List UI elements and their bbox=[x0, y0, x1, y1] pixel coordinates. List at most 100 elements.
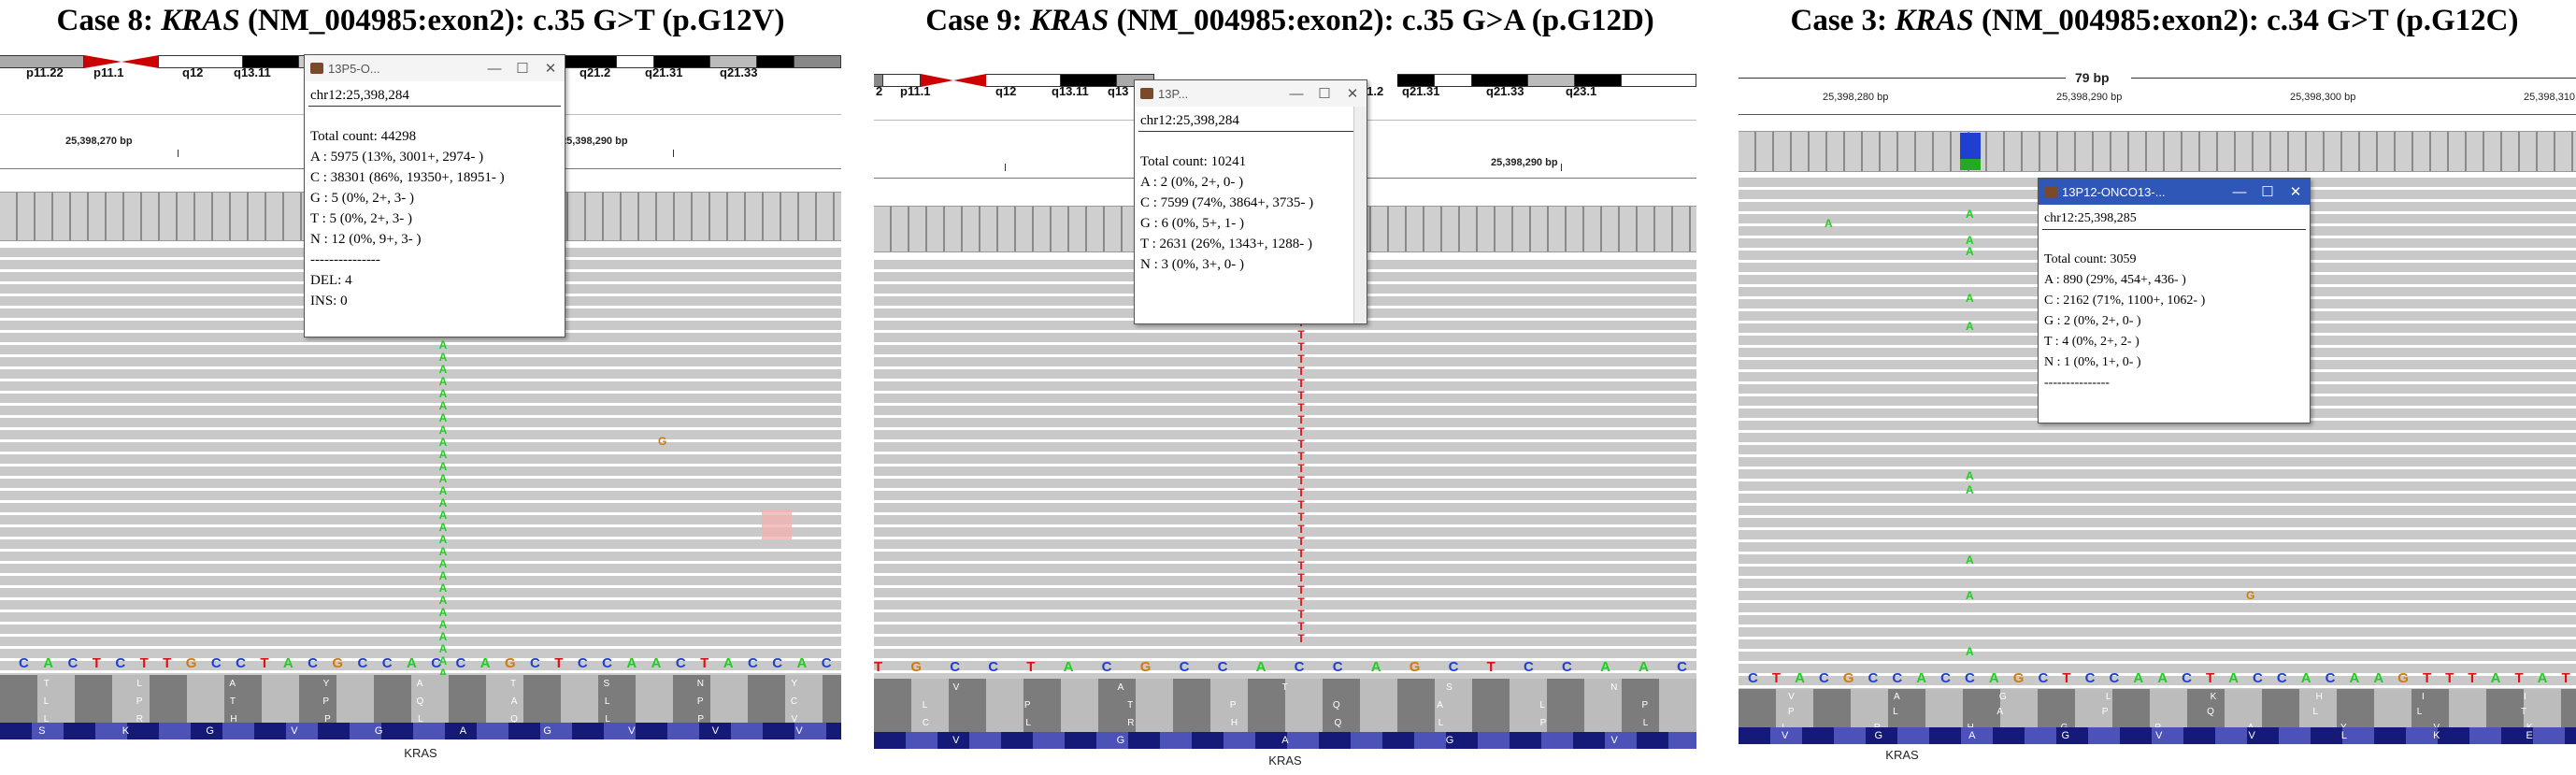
kras-gene-bar[interactable]: SKGVGAGVVV bbox=[0, 723, 841, 739]
sequence-base: A bbox=[2490, 670, 2501, 686]
sequence-base: T bbox=[1026, 659, 1036, 675]
popup-line: N : 3 (0%, 3+, 0- ) bbox=[1140, 257, 1244, 272]
popup-titlebar[interactable]: 13P... — ☐ ✕ bbox=[1135, 80, 1367, 107]
minimize-icon[interactable]: — bbox=[480, 61, 508, 77]
amino-acid: G bbox=[1998, 691, 2007, 702]
amino-acid: T bbox=[509, 679, 517, 690]
sequence-base: C bbox=[19, 655, 29, 671]
amino-acid: L bbox=[604, 696, 610, 708]
sequence-base: C bbox=[988, 659, 999, 675]
close-icon[interactable]: ✕ bbox=[1338, 85, 1367, 102]
gene-bar-residue: V bbox=[952, 735, 960, 746]
amino-acid: P bbox=[1539, 717, 1547, 728]
popup-titlebar[interactable]: 13P5-O... — ☐ ✕ bbox=[305, 55, 565, 81]
coverage-track[interactable] bbox=[1739, 131, 2576, 172]
mismatch-base: G bbox=[2246, 589, 2255, 602]
sequence-base: C bbox=[1818, 670, 1829, 686]
gene-bar-residue: K bbox=[122, 725, 130, 737]
sequence-base: T bbox=[1486, 659, 1496, 675]
sequence-base: C bbox=[115, 655, 126, 671]
close-icon[interactable]: ✕ bbox=[537, 60, 565, 77]
ruler-label: 25,398,280 bp bbox=[1823, 92, 1889, 103]
maximize-icon[interactable]: ☐ bbox=[508, 60, 537, 77]
popup-line: T : 4 (0%, 2+, 2- ) bbox=[2044, 335, 2140, 349]
sequence-base: C bbox=[2084, 670, 2096, 686]
sequence-base: G bbox=[1139, 659, 1152, 675]
gene-bar-residue: G bbox=[1445, 735, 1454, 746]
igv-logo-icon bbox=[2044, 186, 2057, 197]
ruler-label: 25,398,310 bbox=[2524, 92, 2576, 103]
sequence-base: T bbox=[139, 655, 149, 671]
sequence-base: A bbox=[723, 655, 734, 671]
amino-acid: R bbox=[1127, 717, 1135, 728]
sequence-base: A bbox=[43, 655, 54, 671]
sequence-base: C bbox=[357, 655, 368, 671]
gene-bar-residue: G bbox=[543, 725, 551, 737]
maximize-icon[interactable]: ☐ bbox=[1310, 85, 1338, 102]
popup-case8[interactable]: 13P5-O... — ☐ ✕ chr12:25,398,284 Total c… bbox=[304, 54, 565, 337]
variant-base: A bbox=[1966, 320, 1974, 333]
amino-acid: I bbox=[2422, 691, 2425, 702]
sequence-base: C bbox=[772, 655, 783, 671]
amino-acid: P bbox=[322, 696, 330, 708]
sequence-base: C bbox=[2276, 670, 2287, 686]
sequence-base: A bbox=[651, 655, 662, 671]
sequence-base: A bbox=[2373, 670, 2384, 686]
popup-titlebar[interactable]: 13P12-ONCO13-... — ☐ ✕ bbox=[2039, 179, 2310, 205]
sequence-base: C bbox=[2038, 670, 2049, 686]
kras-gene-bar[interactable]: VGAGVVLKE bbox=[1739, 727, 2576, 744]
igv-panel-case3: 79 bp 25,398,280 bp 25,398,290 bp 25,398… bbox=[1739, 47, 2576, 775]
variant-column[interactable]: AAAAAAAAAAAAAAAAAAAAAAAAAAAAA bbox=[437, 327, 449, 680]
sequence-base: T bbox=[2422, 670, 2432, 686]
alignment-reads[interactable] bbox=[874, 260, 1696, 710]
amino-acid: L bbox=[2416, 707, 2423, 718]
close-icon[interactable]: ✕ bbox=[2282, 183, 2310, 200]
popup-line: Total count: 10241 bbox=[1140, 154, 1247, 169]
sequence-base: G bbox=[1842, 670, 1854, 686]
sequence-base: C bbox=[308, 655, 318, 671]
ruler-label: 25,398,290 bp bbox=[1491, 157, 1558, 168]
sequence-base: A bbox=[2349, 670, 2360, 686]
amino-acid: L bbox=[1025, 717, 1031, 728]
sequence-base: G bbox=[910, 659, 923, 675]
amino-acid: A bbox=[229, 679, 236, 690]
sequence-base: A bbox=[2537, 670, 2548, 686]
sequence-base: A bbox=[2300, 670, 2311, 686]
maximize-icon[interactable]: ☐ bbox=[2254, 183, 2282, 200]
variant-column[interactable]: TTTTTTTTTTTTTTTTTTTTTTTTTTTTTT bbox=[1295, 280, 1307, 645]
amino-acid: N bbox=[1610, 682, 1618, 693]
sequence-base: T bbox=[163, 655, 172, 671]
amino-acid: S bbox=[603, 679, 610, 690]
sequence-base: C bbox=[1562, 659, 1572, 675]
gene-bar-residue: A bbox=[459, 725, 467, 737]
popup-scrollbar[interactable] bbox=[1353, 107, 1367, 323]
sequence-base: C bbox=[2182, 670, 2192, 686]
amino-acid: A bbox=[1437, 699, 1443, 710]
popup-line: T : 2631 (26%, 1343+, 1288- ) bbox=[1140, 237, 1312, 251]
amino-acid: A bbox=[1996, 707, 2004, 718]
amino-acid: T bbox=[229, 696, 236, 708]
popup-line: G : 6 (0%, 5+, 1- ) bbox=[1140, 216, 1244, 231]
igv-panel-case9: 2 p11.1 q12 q13.11 q13 q21.2 q21.31 q21.… bbox=[874, 47, 1696, 775]
gene-bar-residue: A bbox=[1968, 730, 1976, 741]
amino-acid: Q bbox=[2207, 707, 2214, 718]
amino-acid: Q bbox=[1332, 699, 1340, 710]
amino-acid: L bbox=[922, 699, 928, 710]
popup-case3[interactable]: 13P12-ONCO13-... — ☐ ✕ chr12:25,398,285 … bbox=[2038, 178, 2311, 423]
sequence-base: C bbox=[1748, 670, 1758, 686]
sequence-base: A bbox=[626, 655, 637, 671]
popup-locus: chr12:25,398,285 bbox=[2044, 211, 2137, 225]
translation-track: TLAYATSNY LPTPQALPC LRHPLQLPV bbox=[0, 675, 841, 729]
minimize-icon[interactable]: — bbox=[2225, 184, 2254, 200]
gene-bar-residue: A bbox=[1281, 735, 1289, 746]
minimize-icon[interactable]: — bbox=[1282, 86, 1310, 102]
sequence-base: A bbox=[1255, 659, 1267, 675]
popup-case9[interactable]: 13P... — ☐ ✕ chr12:25,398,284 Total coun… bbox=[1134, 79, 1367, 324]
gene-bar-residue: G bbox=[206, 725, 214, 737]
popup-line: A : 5975 (13%, 3001+, 2974- ) bbox=[310, 150, 484, 165]
sequence-base: T bbox=[92, 655, 101, 671]
gene-label: KRAS bbox=[404, 746, 437, 760]
amino-acid: P bbox=[1023, 699, 1031, 710]
popup-line: Total count: 3059 bbox=[2044, 252, 2137, 266]
kras-gene-bar[interactable]: VGAGV bbox=[874, 732, 1696, 749]
